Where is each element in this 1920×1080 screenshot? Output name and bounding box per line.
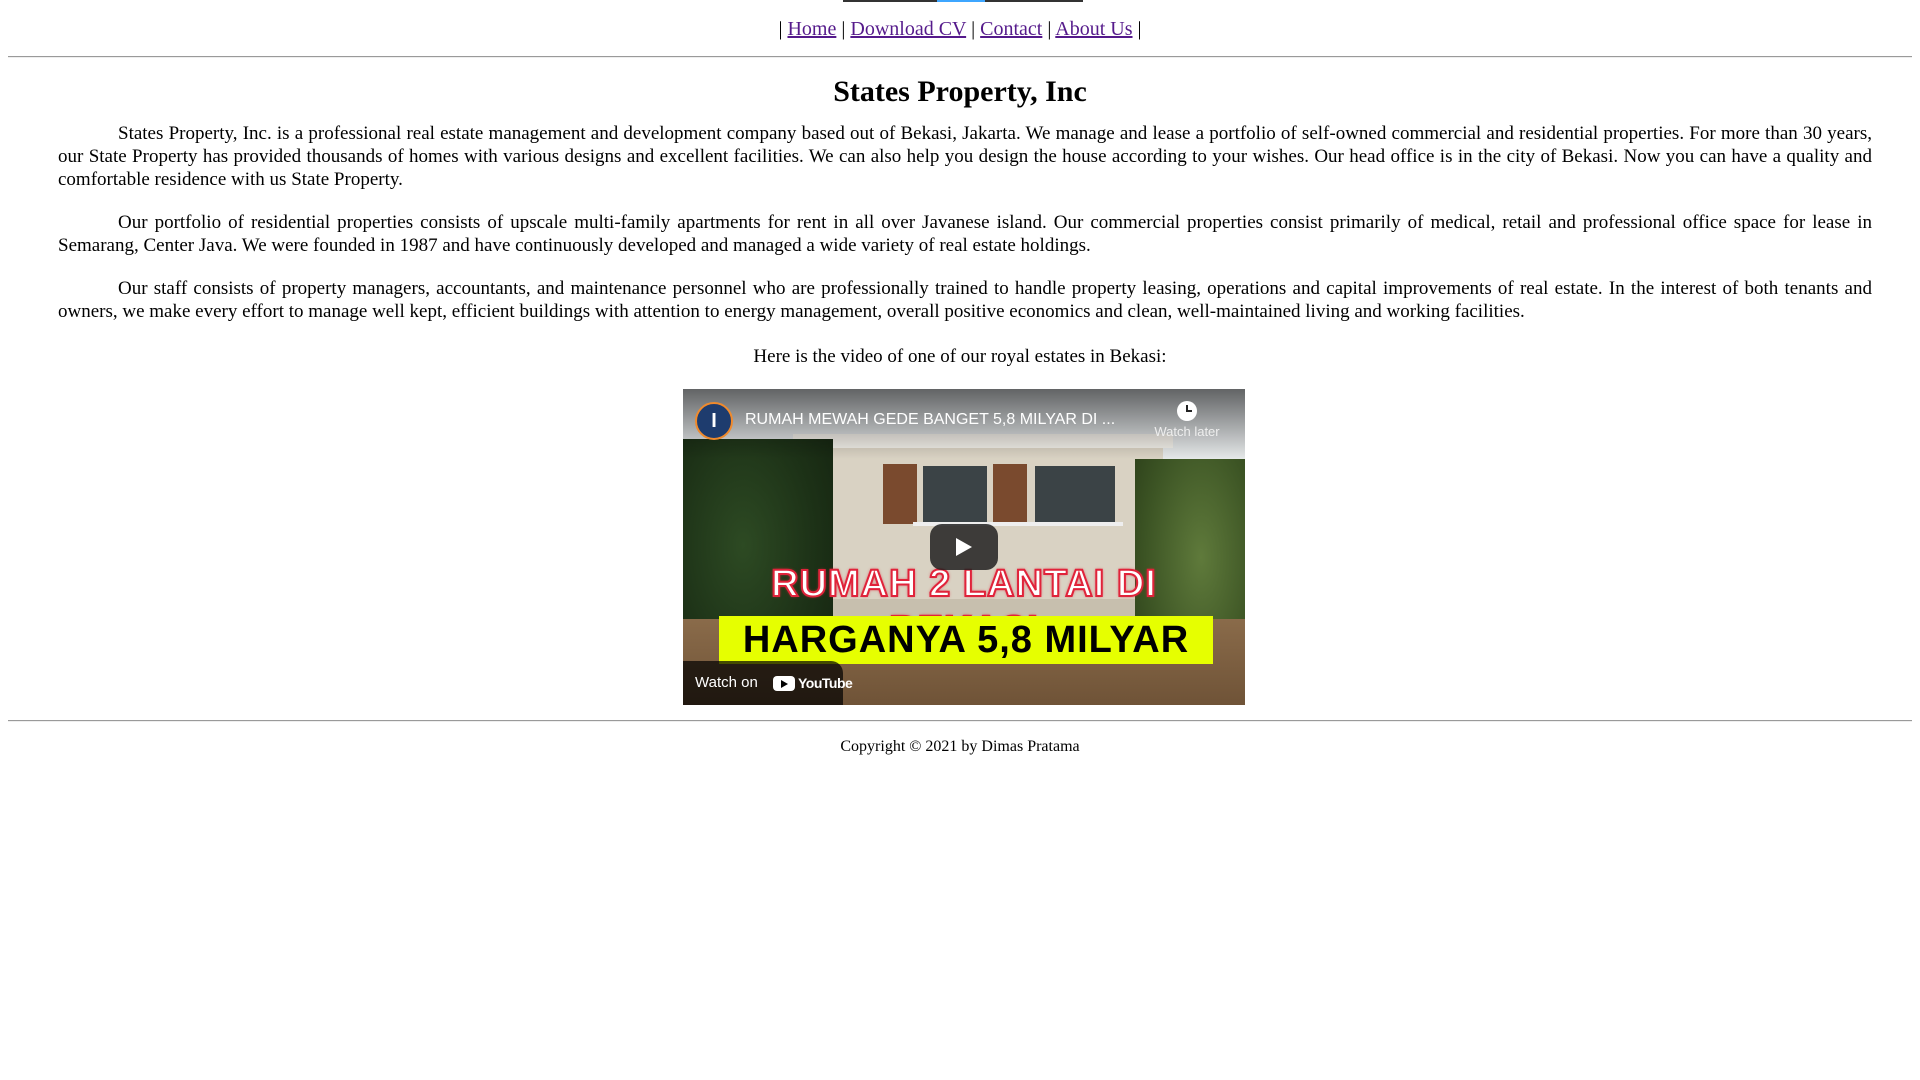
watch-on-youtube-button[interactable]: Watch on YouTube xyxy=(683,661,853,705)
nav-separator: | xyxy=(971,18,976,40)
footer-divider xyxy=(8,720,1912,722)
house-window xyxy=(923,466,987,522)
staff-paragraph: Our staff consists of property managers,… xyxy=(58,278,1872,322)
page-title: States Property, Inc xyxy=(833,75,1087,108)
watch-later-button[interactable]: Watch later xyxy=(1151,401,1223,440)
watch-later-label: Watch later xyxy=(1154,424,1220,439)
portfolio-paragraph: Our portfolio of residential properties … xyxy=(58,212,1872,256)
video-title[interactable]: RUMAH MEWAH GEDE BANGET 5,8 MILYAR DI ..… xyxy=(745,409,1145,431)
house-window xyxy=(1035,466,1115,522)
watch-on-label: Watch on xyxy=(695,674,758,691)
nav-link-about-us[interactable]: About Us xyxy=(1055,18,1132,40)
copyright-text: Copyright © 2021 by Dimas Pratama xyxy=(840,738,1080,755)
house-wood-panel xyxy=(993,464,1027,524)
nav-separator: | xyxy=(778,18,783,40)
main-content: States Property, Inc. is a professional … xyxy=(58,122,1872,343)
header-divider xyxy=(8,56,1912,58)
intro-paragraph: States Property, Inc. is a professional … xyxy=(58,123,1872,190)
nav-separator: | xyxy=(1137,18,1142,40)
nav-link-home[interactable]: Home xyxy=(787,18,836,40)
play-icon xyxy=(956,538,972,556)
youtube-logo-icon xyxy=(773,676,795,691)
house-wood-panel xyxy=(883,464,917,524)
top-strip-accent xyxy=(937,0,985,2)
top-nav: | Home | Download CV | Contact | About U… xyxy=(0,15,1920,43)
nav-separator: | xyxy=(841,18,846,40)
top-strip xyxy=(843,0,1083,2)
nav-link-download-cv[interactable]: Download CV xyxy=(850,18,966,40)
youtube-embed[interactable]: I RUMAH MEWAH GEDE BANGET 5,8 MILYAR DI … xyxy=(683,389,1245,705)
nav-separator: | xyxy=(1047,18,1052,40)
thumbnail-price-banner: HARGANYA 5,8 MILYAR xyxy=(719,616,1213,664)
video-caption: Here is the video of one of our royal es… xyxy=(753,346,1167,367)
nav-link-contact[interactable]: Contact xyxy=(980,18,1042,40)
channel-avatar[interactable]: I xyxy=(695,402,733,440)
clock-icon xyxy=(1177,401,1197,421)
youtube-wordmark: YouTube xyxy=(798,675,853,691)
page: | Home | Download CV | Contact | About U… xyxy=(0,0,1920,1080)
play-button[interactable] xyxy=(930,524,998,570)
